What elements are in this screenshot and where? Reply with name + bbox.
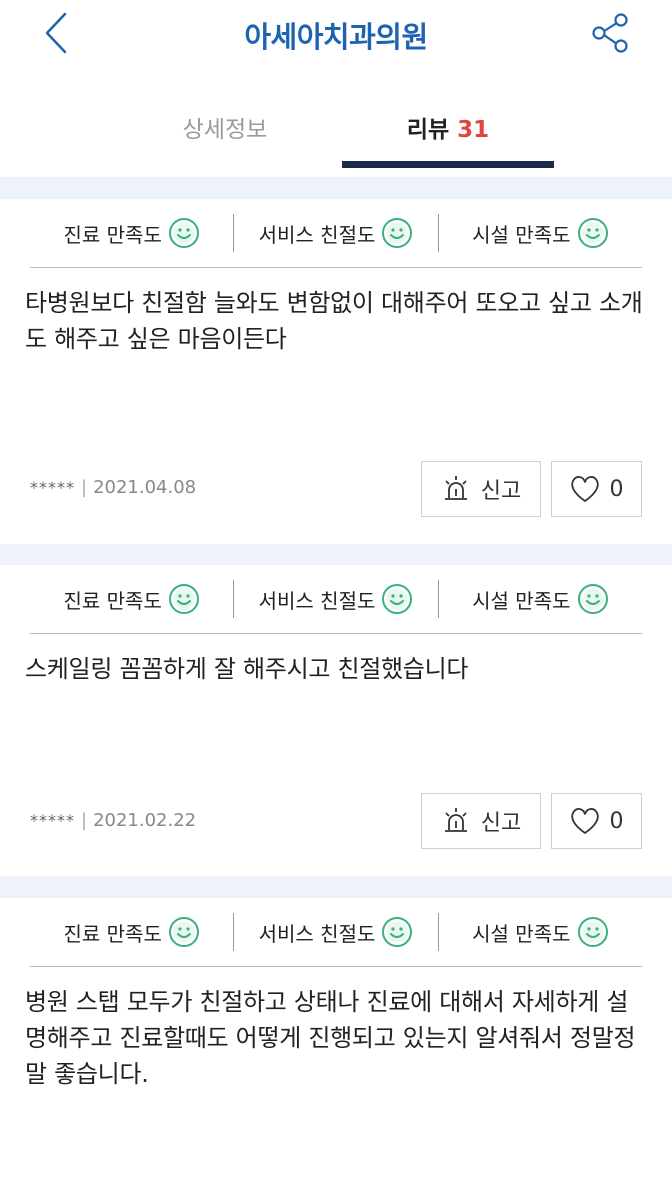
rating-facility: 시설 만족도 (437, 913, 642, 951)
section-separator (0, 876, 672, 898)
review-date: 2021.04.08 (93, 477, 197, 498)
like-count: 0 (609, 808, 624, 834)
like-count: 0 (609, 476, 624, 502)
rating-service: 서비스 친절도 (233, 580, 437, 618)
report-label: 신고 (480, 479, 522, 504)
rating-label: 시설 만족도 (472, 222, 571, 247)
meta-separator: | (81, 477, 88, 498)
rating-label: 진료 만족도 (63, 222, 162, 247)
review-card: 진료 만족도 서비스 친절도 시설 만족도 스케일링 꼼꼼하게 잘 해주시고 친… (0, 565, 672, 876)
rating-row: 진료 만족도 서비스 친절도 시설 만족도 (30, 214, 642, 252)
divider (30, 267, 642, 268)
rating-label: 시설 만족도 (472, 921, 571, 946)
tab-reviews-label: 리뷰 (406, 117, 450, 143)
review-text: 병원 스탭 모두가 친절하고 상태나 진료에 대해서 자세하게 설명해주고 진료… (25, 988, 636, 1088)
rating-service: 서비스 친절도 (233, 214, 437, 252)
review-text: 타병원보다 친절함 늘와도 변함없이 대해주어 또오고 싶고 소개도 해주고 싶… (25, 289, 643, 353)
tab-details[interactable]: 상세정보 (140, 110, 310, 144)
tab-reviews[interactable]: 리뷰 31 (342, 110, 554, 144)
review-card: 진료 만족도 서비스 친절도 시설 만족도 타병원보다 친절함 늘와도 변함없이… (0, 199, 672, 544)
tab-details-label: 상세정보 (182, 117, 268, 143)
rating-service: 서비스 친절도 (233, 913, 437, 951)
section-separator (0, 177, 672, 199)
report-button[interactable]: 신고 (421, 793, 541, 849)
report-button[interactable]: 신고 (421, 461, 541, 517)
divider (30, 633, 642, 634)
share-button[interactable] (586, 10, 634, 56)
section-separator (0, 544, 672, 566)
review-date: 2021.02.22 (93, 810, 197, 831)
page-title: 아세아치과의원 (244, 20, 428, 54)
review-meta: ***** | 2021.02.22 (30, 810, 196, 831)
rating-row: 진료 만족도 서비스 친절도 시설 만족도 (30, 913, 642, 951)
siren-icon (444, 808, 467, 832)
heart-icon (570, 808, 599, 834)
smiley-icon (382, 218, 413, 248)
siren-icon (444, 476, 467, 500)
smiley-icon (168, 218, 199, 248)
smiley-icon (577, 917, 608, 947)
app-header: 아세아치과의원 (0, 0, 672, 70)
review-meta: ***** | 2021.04.08 (30, 477, 196, 498)
report-label: 신고 (480, 811, 522, 836)
rating-treatment: 진료 만족도 (30, 214, 233, 252)
smiley-icon (382, 584, 413, 614)
review-text: 스케일링 꼼꼼하게 잘 해주시고 친절했습니다 (25, 655, 469, 683)
rating-label: 시설 만족도 (472, 588, 571, 613)
like-button[interactable]: 0 (551, 793, 642, 849)
smiley-icon (168, 584, 199, 614)
smiley-icon (577, 218, 608, 248)
active-tab-indicator (342, 161, 554, 168)
rating-treatment: 진료 만족도 (30, 580, 233, 618)
smiley-icon (577, 584, 608, 614)
meta-separator: | (81, 810, 88, 831)
rating-row: 진료 만족도 서비스 친절도 시설 만족도 (30, 580, 642, 618)
rating-label: 서비스 친절도 (258, 588, 376, 613)
heart-icon (570, 476, 599, 502)
rating-facility: 시설 만족도 (437, 214, 642, 252)
rating-facility: 시설 만족도 (437, 580, 642, 618)
share-icon (592, 13, 628, 53)
rating-label: 서비스 친절도 (258, 921, 376, 946)
rating-treatment: 진료 만족도 (30, 913, 233, 951)
review-count: 31 (457, 117, 490, 143)
smiley-icon (382, 917, 413, 947)
smiley-icon (168, 917, 199, 947)
rating-label: 서비스 친절도 (258, 222, 376, 247)
review-card: 진료 만족도 서비스 친절도 시설 만족도 병원 스탭 모두가 친절하고 상태나… (0, 898, 672, 1189)
rating-label: 진료 만족도 (63, 921, 162, 946)
review-author: ***** (30, 811, 75, 830)
rating-label: 진료 만족도 (63, 588, 162, 613)
tab-bar: 상세정보 리뷰 31 (0, 100, 672, 172)
review-author: ***** (30, 478, 75, 497)
like-button[interactable]: 0 (551, 461, 642, 517)
divider (30, 966, 642, 967)
